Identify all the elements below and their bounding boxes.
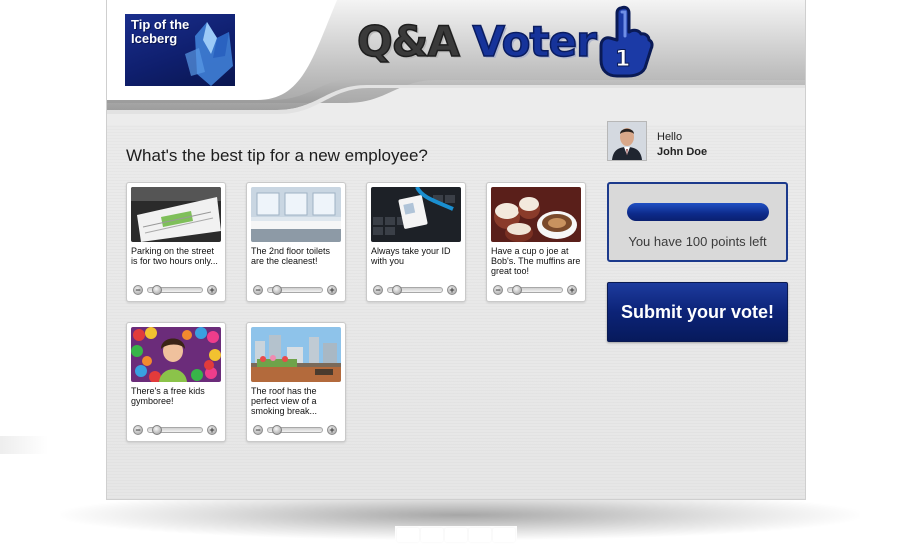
parking-ticket-image xyxy=(131,187,221,242)
submit-vote-button[interactable]: Submit your vote! xyxy=(607,282,788,342)
points-progress-fill xyxy=(627,203,769,221)
tip-card-text: The 2nd floor toilets are the cleanest! xyxy=(251,246,331,266)
vote-slider[interactable]: − + xyxy=(253,424,341,436)
vote-increase-button[interactable]: + xyxy=(447,285,457,295)
tip-card-text: The roof has the perfect view of a smoki… xyxy=(251,386,318,416)
panel-reflection xyxy=(395,526,517,547)
vote-slider[interactable]: − + xyxy=(253,284,341,296)
tip-card-image xyxy=(251,187,341,242)
vote-slider-thumb[interactable] xyxy=(391,285,402,295)
points-progress-bar xyxy=(627,203,769,221)
tip-card-text: Have a cup o joe at Bob's. The muffins a… xyxy=(491,246,581,276)
avatar xyxy=(607,121,647,161)
user-name: John Doe xyxy=(657,146,708,158)
tip-card-image xyxy=(251,327,341,382)
foam-finger-icon: 1 xyxy=(599,5,654,78)
vote-slider[interactable]: − + xyxy=(373,284,461,296)
vote-decrease-button[interactable]: − xyxy=(133,285,143,295)
tip-card-text: Parking on the street is for two hours o… xyxy=(131,246,218,266)
tip-card[interactable]: The 2nd floor toilets are the cleanest! −… xyxy=(246,182,346,302)
vote-decrease-button[interactable]: − xyxy=(133,425,143,435)
vote-slider-thumb[interactable] xyxy=(151,425,162,435)
tip-card[interactable]: Always take your ID with you − + xyxy=(366,182,466,302)
tip-card-image xyxy=(131,187,221,242)
vote-slider-thumb[interactable] xyxy=(151,285,162,295)
vote-increase-button[interactable]: + xyxy=(207,285,217,295)
tip-card-image xyxy=(131,327,221,382)
ball-pit-child-image xyxy=(131,327,221,382)
rooftop-city-view-image xyxy=(251,327,341,382)
user-portrait-icon xyxy=(608,122,646,160)
app-title-voter: Voter xyxy=(472,16,598,67)
vote-slider[interactable]: − + xyxy=(133,424,221,436)
vote-decrease-button[interactable]: − xyxy=(373,285,383,295)
tip-card[interactable]: There's a free kids gymboree! − + xyxy=(126,322,226,442)
app-title-qa: Q&A xyxy=(356,16,460,67)
tip-card[interactable]: The roof has the perfect view of a smoki… xyxy=(246,322,346,442)
tip-card[interactable]: Parking on the street is for two hours o… xyxy=(126,182,226,302)
vote-slider[interactable]: − + xyxy=(493,284,581,296)
coffee-and-muffins-image xyxy=(491,187,581,242)
app-title: Q&A Voter xyxy=(356,14,598,70)
vote-decrease-button[interactable]: − xyxy=(493,285,503,295)
vote-slider-thumb[interactable] xyxy=(511,285,522,295)
logo-wordmark: Tip of the Iceberg xyxy=(131,18,189,46)
tip-card-text: Always take your ID with you xyxy=(371,246,451,266)
question-title: What's the best tip for a new employee? xyxy=(126,146,428,165)
vote-increase-button[interactable]: + xyxy=(207,425,217,435)
tip-card-image xyxy=(491,187,581,242)
vote-slider[interactable]: − + xyxy=(133,284,221,296)
logo-line-2: Iceberg xyxy=(131,31,178,46)
points-remaining-label: You have 100 points left xyxy=(628,234,767,249)
points-panel: You have 100 points left xyxy=(607,182,788,262)
tip-card[interactable]: Have a cup o joe at Bob's. The muffins a… xyxy=(486,182,586,302)
svg-text:1: 1 xyxy=(615,47,630,72)
greeting-label: Hello xyxy=(657,131,683,143)
tip-card-image xyxy=(371,187,461,242)
background-sliver xyxy=(0,436,48,454)
vote-decrease-button[interactable]: − xyxy=(253,425,263,435)
tip-card-text: There's a free kids gymboree! xyxy=(131,386,205,406)
vote-slider-thumb[interactable] xyxy=(271,425,282,435)
logo-line-1: Tip of the xyxy=(131,17,190,32)
vote-decrease-button[interactable]: − xyxy=(253,285,263,295)
voter-app-panel: Tip of the Iceberg Q&A Voter 1 Hello Joh… xyxy=(106,0,806,500)
company-logo: Tip of the Iceberg xyxy=(125,14,235,86)
vote-increase-button[interactable]: + xyxy=(327,425,337,435)
restroom-sinks-image xyxy=(251,187,341,242)
vote-slider-thumb[interactable] xyxy=(271,285,282,295)
id-badge-keyboard-image xyxy=(371,187,461,242)
vote-increase-button[interactable]: + xyxy=(327,285,337,295)
vote-increase-button[interactable]: + xyxy=(567,285,577,295)
